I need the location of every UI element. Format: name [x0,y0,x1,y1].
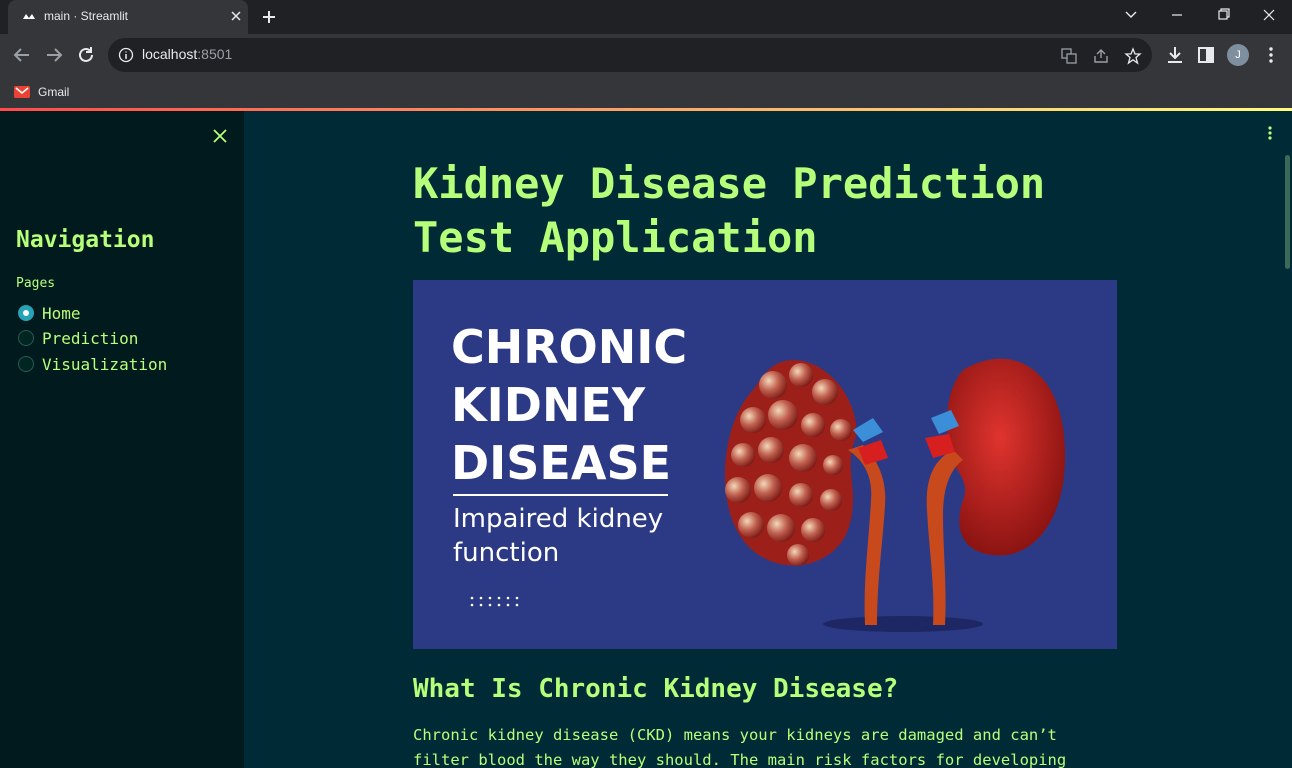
site-info-icon[interactable] [118,47,134,63]
close-sidebar-icon[interactable] [211,127,229,145]
streamlit-icon [23,14,35,19]
close-tab-icon[interactable] [228,8,244,24]
radio-option-label: Prediction [42,328,139,348]
radio-option-prediction[interactable]: Prediction [18,328,138,348]
section-paragraph: Chronic kidney disease (CKD) means your … [413,726,1067,768]
sidebar: Navigation Pages Home Prediction Visuali… [0,111,244,768]
scrollbar-thumb[interactable] [1285,155,1290,269]
gmail-icon [14,86,30,98]
bookmark-gmail[interactable]: Gmail [14,83,69,101]
new-tab-icon[interactable] [260,8,278,26]
bookmarks-bar: Gmail [0,76,1292,108]
radio-option-label: Home [42,303,81,323]
banner-subtitle-2: function [453,538,560,568]
side-panel-icon[interactable] [1195,44,1217,66]
page-title: Kidney Disease Prediction Test Applicati… [413,159,1046,262]
banner-line-3: DISEASE [451,436,672,490]
back-icon[interactable] [11,44,33,66]
browser-menu-icon[interactable] [1260,44,1282,66]
profile-avatar[interactable]: J [1227,44,1249,66]
tab-strip: main · Streamlit [0,0,1292,34]
app-menu-icon[interactable] [1262,125,1278,141]
banner-line-1: CHRONIC [451,320,688,374]
bookmark-label: Gmail [38,85,70,99]
banner-subtitle-1: Impaired kidney [453,504,664,534]
radio-selected-icon[interactable] [18,305,34,321]
radio-option-home[interactable]: Home [18,303,81,323]
radio-unselected-icon[interactable] [18,356,34,372]
restore-icon[interactable] [1212,6,1234,24]
kidneys-illustration-icon [724,358,1066,632]
address-bar[interactable]: localhost:8501 [108,38,1152,72]
tab-search-icon[interactable] [1120,6,1142,24]
pages-radio-label: Pages [16,276,56,291]
bookmark-star-icon[interactable] [1124,47,1142,65]
translate-icon[interactable] [1060,47,1078,65]
share-icon[interactable] [1092,47,1110,65]
url-port: :8501 [197,46,233,62]
section-heading: What Is Chronic Kidney Disease? [413,674,899,704]
radio-option-visualization[interactable]: Visualization [18,354,167,374]
url-text: localhost:8501 [142,46,232,62]
banner-line-2: KIDNEY [451,378,646,432]
browser-toolbar: localhost:8501 J [0,34,1292,76]
radio-option-label: Visualization [42,354,168,374]
dots-decoration-icon [470,596,519,607]
radio-unselected-icon[interactable] [18,330,34,346]
browser-tab[interactable]: main · Streamlit [8,0,248,34]
url-host: localhost [142,46,198,62]
download-icon[interactable] [1164,44,1186,66]
minimize-icon[interactable] [1166,6,1188,24]
kidney-banner-image: CHRONIC KIDNEY DISEASE Impaired kidney f… [413,280,1117,649]
sidebar-title: Navigation [16,227,155,253]
banner-divider [453,494,668,496]
streamlit-app: Navigation Pages Home Prediction Visuali… [0,111,1292,768]
forward-icon[interactable] [43,44,65,66]
tab-title: main · Streamlit [44,9,129,23]
reload-icon[interactable] [75,44,97,66]
close-window-icon[interactable] [1258,6,1280,24]
